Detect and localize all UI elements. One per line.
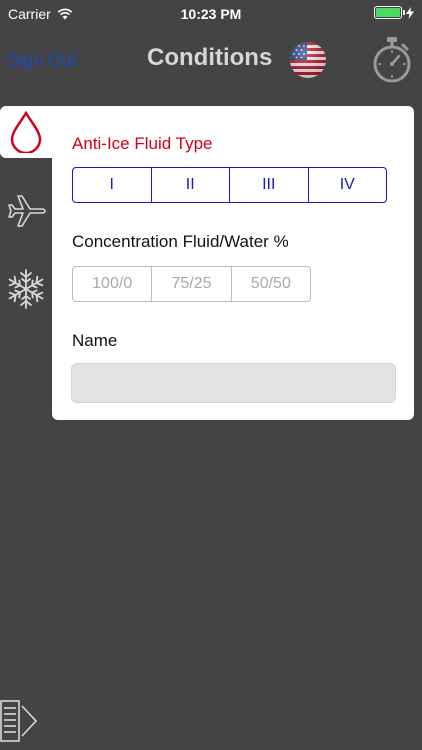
- stopwatch-icon[interactable]: [370, 35, 414, 85]
- concentration-label: Concentration Fluid/Water %: [72, 232, 289, 251]
- fluid-type-segmented-control: I II III IV: [72, 167, 387, 203]
- fluid-type-option[interactable]: II: [152, 168, 230, 202]
- concentration-option[interactable]: 100/0: [73, 267, 153, 301]
- charging-bolt-icon: [406, 6, 414, 19]
- fluid-type-option[interactable]: III: [230, 168, 309, 202]
- status-bar: Carrier 10:23 PM: [0, 0, 422, 30]
- fluid-type-option[interactable]: IV: [309, 168, 387, 202]
- status-right: [374, 6, 414, 19]
- concentration-option[interactable]: 75/25: [152, 267, 232, 301]
- status-time: 10:23 PM: [180, 6, 242, 22]
- page-title: Conditions: [147, 44, 273, 71]
- us-flag-icon[interactable]: [290, 42, 326, 78]
- tab-aircraft[interactable]: [0, 185, 52, 237]
- nav-bar: Sign Out Conditions: [0, 30, 422, 90]
- concentration-option[interactable]: 50/50: [232, 267, 310, 301]
- snowflake-icon: [6, 269, 46, 309]
- fluid-drop-icon: [10, 111, 42, 153]
- conditions-panel: Anti-Ice Fluid Type I II III IV Concentr…: [52, 106, 414, 420]
- concentration-segmented-control: 100/0 75/25 50/50: [72, 266, 311, 302]
- fluid-type-label: Anti-Ice Fluid Type: [72, 134, 213, 153]
- menu-arrow-icon[interactable]: [0, 700, 40, 742]
- tab-fluid[interactable]: [0, 106, 52, 158]
- airplane-icon: [8, 195, 46, 227]
- fluid-type-option[interactable]: I: [73, 168, 152, 202]
- battery-icon: [374, 6, 405, 19]
- sign-out-button[interactable]: Sign Out: [7, 50, 77, 71]
- name-input[interactable]: [71, 363, 396, 403]
- name-label: Name: [72, 331, 118, 350]
- tab-weather[interactable]: [0, 263, 52, 315]
